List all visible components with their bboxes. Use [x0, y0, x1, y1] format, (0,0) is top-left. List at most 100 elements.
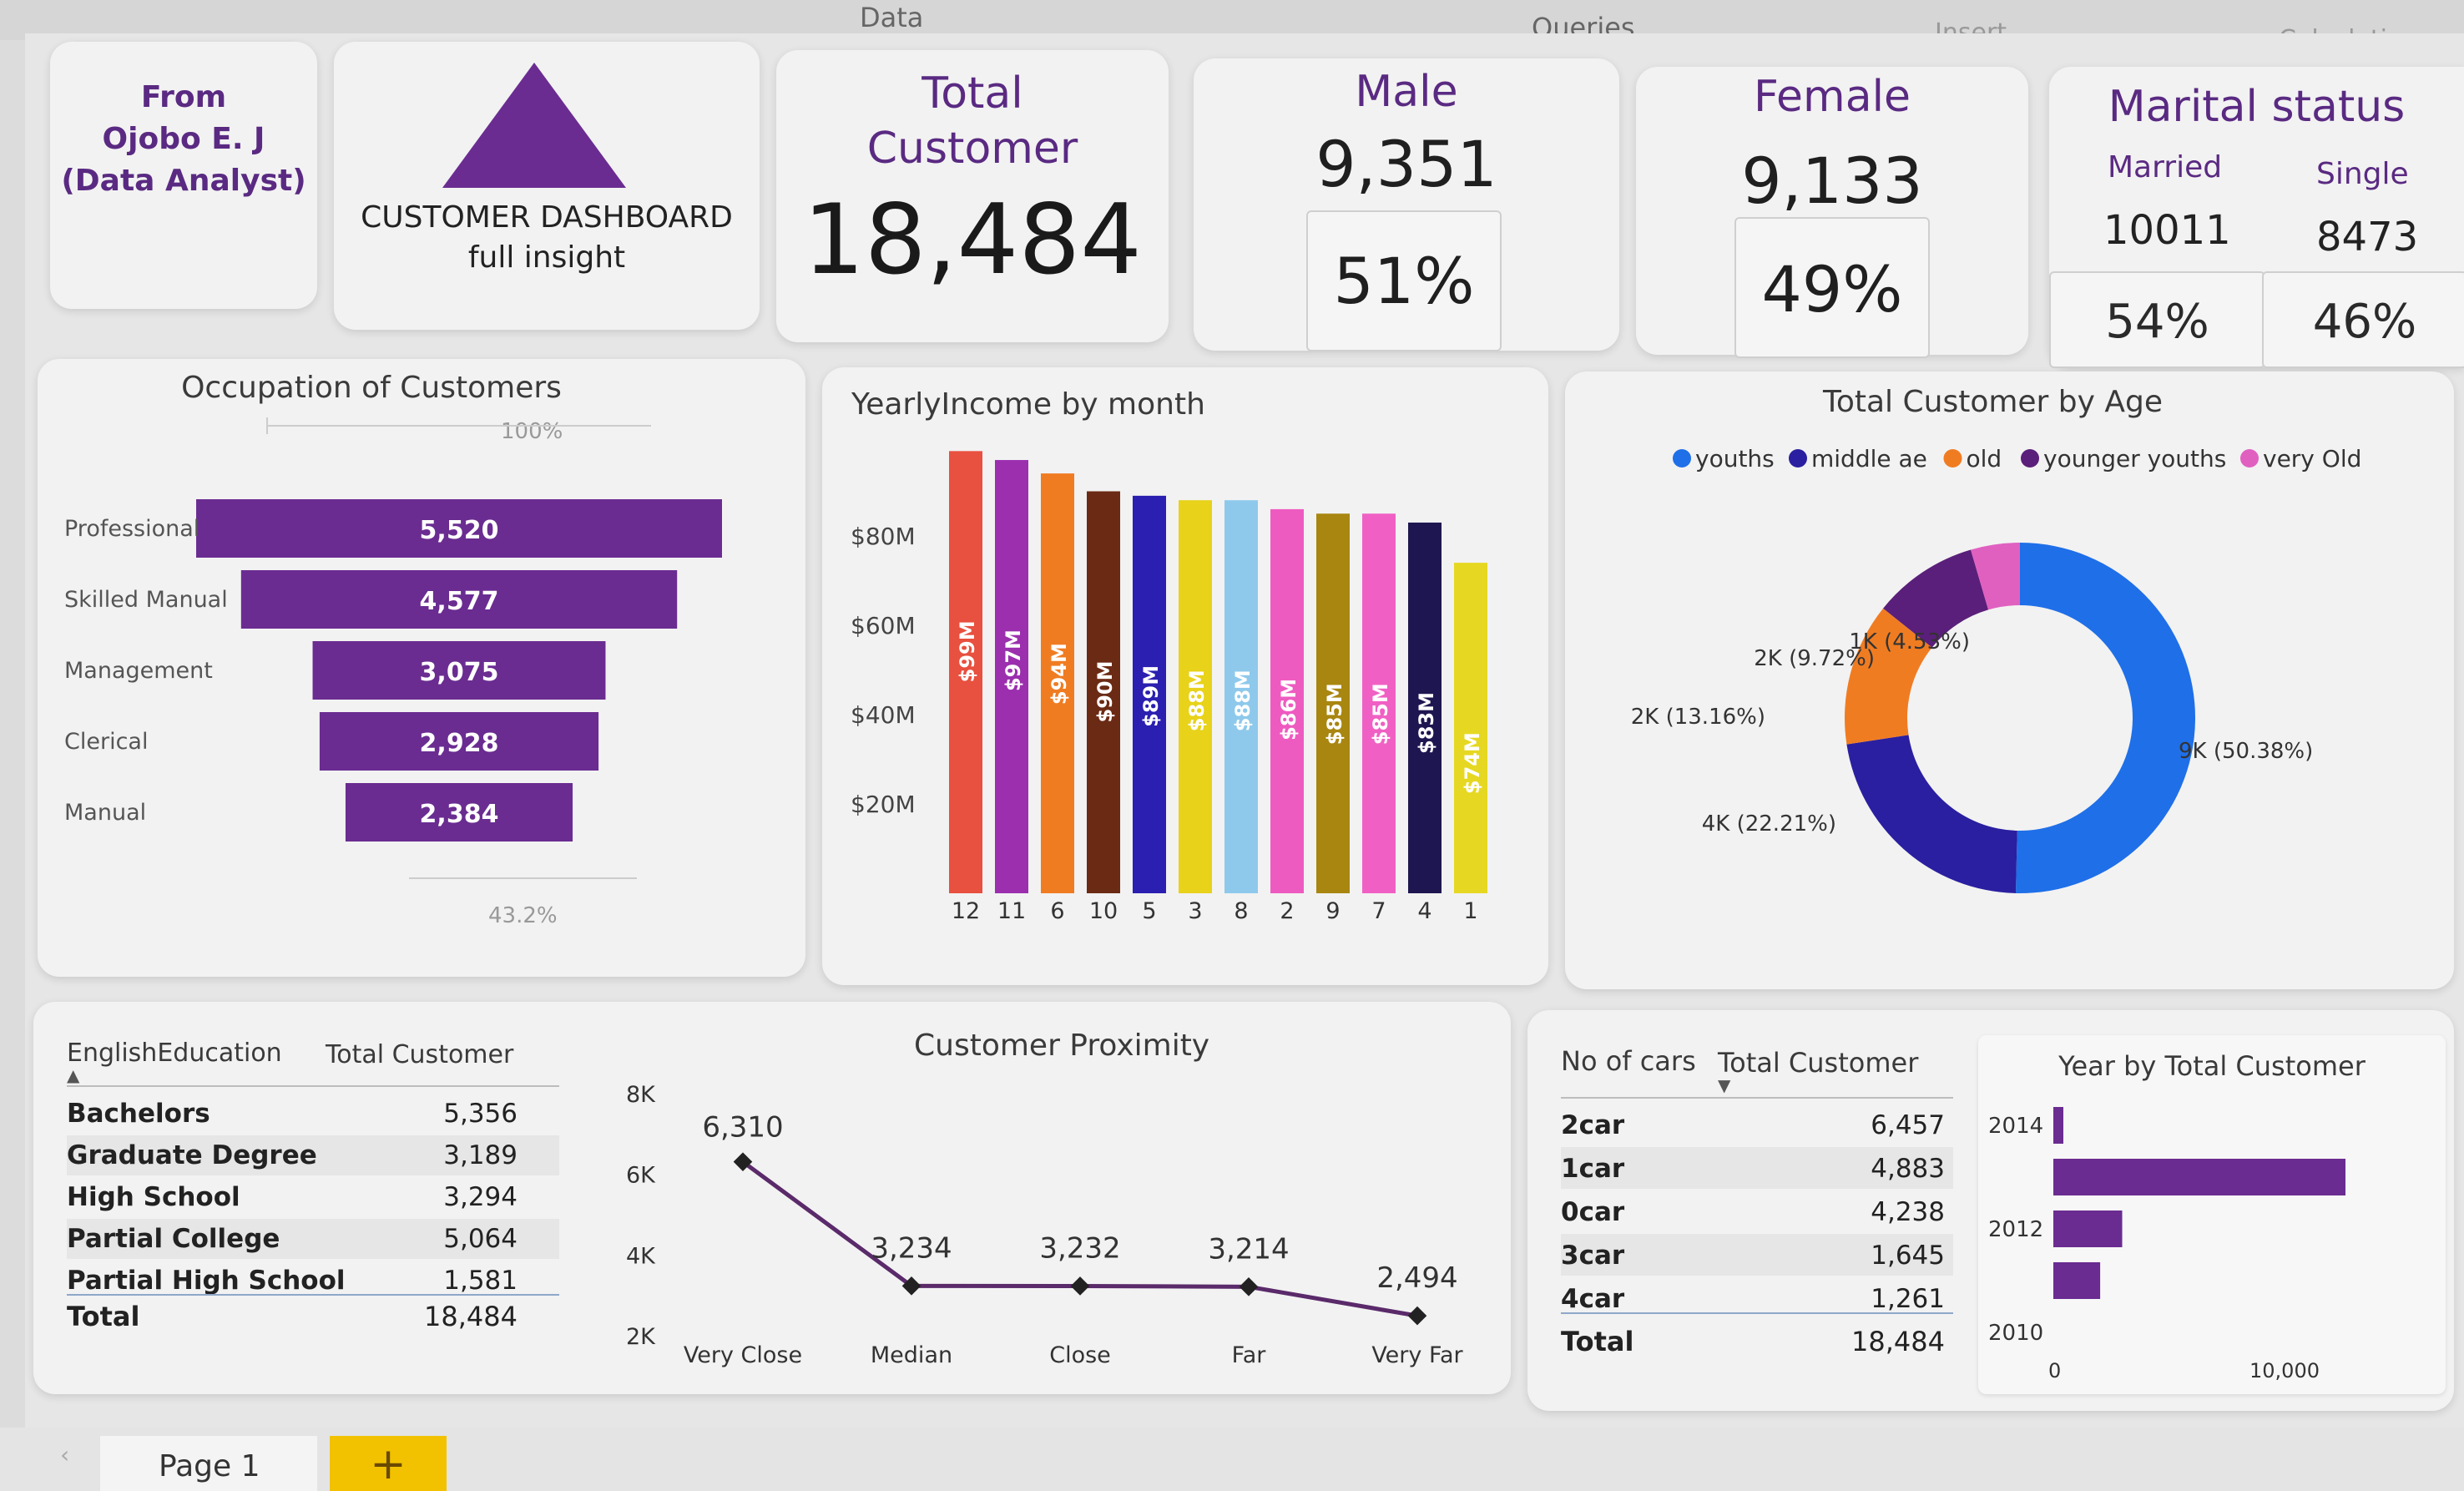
triangle-logo-icon: [442, 63, 626, 188]
title-card: CUSTOMER DASHBOARD full insight: [334, 42, 760, 330]
female-percent-box: 49%: [1734, 217, 1930, 358]
marital-status-label: Marital status: [2108, 82, 2406, 132]
tab-page-1-label: Page 1: [159, 1449, 260, 1483]
author-role: (Data Analyst): [61, 164, 306, 198]
total-customer-label-1: Total: [921, 68, 1023, 119]
income-x-tick: 10: [1089, 898, 1118, 924]
funnel-bar-label: 2,928: [420, 729, 499, 758]
single-label: Single: [2316, 157, 2409, 191]
education-proximity-card: EnglishEducation Total Customer ▲ Bachel…: [33, 1002, 1511, 1394]
married-label: Married: [2108, 150, 2223, 184]
legend-dot-icon: [2240, 449, 2259, 468]
legend-dot-icon: [1789, 449, 1807, 468]
income-x-tick: 7: [1371, 898, 1386, 924]
income-x-tick: 8: [1234, 898, 1248, 924]
legend-item: very Old: [2263, 445, 2361, 473]
cars-name: 3car: [1561, 1241, 1625, 1271]
table-row[interactable]: 1car 4,883: [1561, 1147, 1953, 1189]
year-bar: [2053, 1210, 2123, 1247]
occupation-funnel-chart: 5,520 Professional 4,577 Skilled Manual 3,07…: [64, 417, 722, 879]
male-card: Male 9,351 51%: [1194, 58, 1619, 351]
proximity-x-tick: Very Close: [684, 1342, 802, 1368]
income-y-tick: $20M: [851, 791, 916, 818]
proximity-x-tick: Very Far: [1371, 1342, 1463, 1368]
tab-scroll-left-icon[interactable]: ‹: [60, 1441, 69, 1468]
proximity-data-label: 3,232: [1039, 1231, 1120, 1265]
ribbon-data-group[interactable]: Data: [860, 2, 923, 33]
income-x-tick: 5: [1142, 898, 1156, 924]
income-bar: [1454, 563, 1487, 893]
yearly-income-bar-chart: $20M$40M$60M$80M$99M12$97M11$94M6$90M10$…: [851, 451, 1487, 924]
funnel-category-label: Manual: [64, 800, 146, 826]
year-bar: [2053, 1159, 2345, 1195]
cars-name: 1car: [1561, 1154, 1625, 1184]
table-row[interactable]: 3car 1,645: [1561, 1234, 1953, 1276]
table-row[interactable]: 2car 6,457: [1561, 1104, 1953, 1145]
male-label: Male: [1355, 67, 1458, 117]
cars-total-col-header[interactable]: Total Customer: [1718, 1047, 1918, 1079]
cars-name: 0car: [1561, 1197, 1625, 1227]
funnel-category-label: Management: [64, 658, 213, 684]
single-percent-box: 46%: [2262, 271, 2464, 368]
donut-slice-label: 9K (50.38%): [2179, 739, 2313, 764]
funnel-bar-label: 5,520: [420, 516, 499, 545]
proximity-data-label: 3,214: [1208, 1232, 1289, 1266]
cars-value: 4,883: [1871, 1154, 1945, 1184]
donut-slice: [1846, 735, 2017, 893]
funnel-category-label: Skilled Manual: [64, 587, 228, 613]
year-bar: [2053, 1107, 2063, 1144]
cars-value: 6,457: [1871, 1110, 1945, 1140]
age-card: Total Customer by Age youths middle ae old…: [1565, 371, 2454, 989]
year-bar: [2053, 1262, 2101, 1299]
donut-slice-label: 4K (22.21%): [1702, 811, 1836, 836]
income-bar-label: $89M: [1139, 665, 1163, 727]
total-customer-card: Total Customer 18,484: [776, 50, 1169, 342]
cars-header-divider: [1561, 1097, 1953, 1099]
dashboard-title: CUSTOMER DASHBOARD: [361, 200, 733, 235]
legend-item: middle ae: [1811, 445, 1927, 473]
cars-name: 4car: [1561, 1284, 1625, 1314]
funnel-bar-label: 2,384: [420, 800, 499, 829]
year-y-tick: 2012: [1988, 1217, 2043, 1242]
proximity-y-tick: 4K: [626, 1243, 656, 1269]
income-bar-label: $83M: [1415, 692, 1438, 754]
year-x-tick: 0: [2048, 1359, 2061, 1382]
income-y-tick: $40M: [851, 701, 916, 729]
yearly-income-card: YearlyIncome by month $20M $40M $60M $80M $9…: [822, 367, 1548, 985]
total-customer-value: 18,484: [803, 184, 1142, 296]
proximity-data-label: 3,234: [871, 1231, 952, 1265]
legend-item: old: [1967, 445, 2002, 473]
cars-year-card: No of cars Total Customer ▼ 2car 6,457 1ca…: [1527, 1010, 2454, 1411]
income-x-tick: 12: [952, 898, 980, 924]
income-x-tick: 11: [997, 898, 1026, 924]
income-bar-label: $88M: [1185, 670, 1209, 731]
donut-slice-label: 1K (4.53%): [1849, 629, 1970, 655]
married-value: 10011: [2103, 207, 2231, 254]
sort-desc-icon[interactable]: ▼: [1718, 1075, 1730, 1095]
marital-status-card: Marital status Married Single 10011 8473…: [2049, 67, 2464, 368]
income-bar-label: $74M: [1461, 732, 1484, 794]
dashboard-subtitle: full insight: [467, 240, 626, 275]
page-tab-bar: ‹ Page 1 +: [0, 1428, 2464, 1491]
female-card: Female 9,133 49%: [1636, 67, 2028, 358]
single-value: 8473: [2316, 214, 2419, 260]
cars-col-header[interactable]: No of cars: [1561, 1045, 1696, 1077]
tab-page-1[interactable]: Page 1: [100, 1436, 317, 1491]
income-x-tick: 1: [1463, 898, 1477, 924]
single-percent: 46%: [2312, 295, 2417, 349]
year-chart-panel: Year by Total Customer 2010 2012 2014 0 10,0…: [1978, 1035, 2446, 1394]
income-x-tick: 3: [1188, 898, 1202, 924]
year-y-tick: 2010: [1988, 1321, 2043, 1346]
female-percent: 49%: [1761, 252, 1903, 326]
author-card: From Ojobo E. J (Data Analyst): [50, 42, 317, 309]
cars-total-value: 18,484: [1851, 1326, 1945, 1357]
income-bar-label: $85M: [1369, 683, 1392, 745]
table-row[interactable]: 0car 4,238: [1561, 1190, 1953, 1232]
legend-dot-icon: [1943, 449, 1962, 468]
female-label: Female: [1753, 72, 1911, 122]
income-x-tick: 6: [1050, 898, 1064, 924]
cars-total-divider: [1561, 1312, 1953, 1314]
proximity-data-label: 6,310: [702, 1111, 783, 1145]
author-from: From: [140, 80, 227, 114]
add-page-button[interactable]: +: [330, 1436, 447, 1491]
